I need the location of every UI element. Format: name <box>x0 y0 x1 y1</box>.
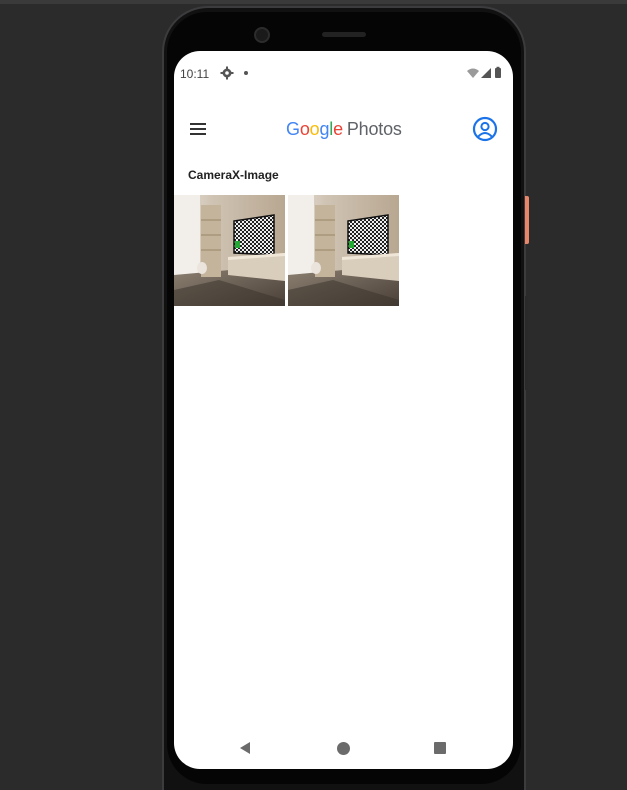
status-bar: 10:11 <box>174 51 513 93</box>
earpiece-speaker <box>322 32 366 37</box>
logo-letter: G <box>286 119 300 139</box>
wifi-icon <box>467 68 479 78</box>
logo-product-name: Photos <box>346 119 402 139</box>
battery-icon <box>495 66 501 78</box>
photo-thumbnail[interactable] <box>288 195 399 306</box>
app-bar: Google Photos <box>174 111 513 147</box>
system-nav-bar <box>174 729 513 765</box>
account-circle-icon[interactable] <box>472 116 498 142</box>
hamburger-menu-icon[interactable] <box>188 120 208 138</box>
album-title: CameraX-Image <box>188 168 279 182</box>
logo-letter: o <box>309 119 320 139</box>
photo-image <box>288 195 399 306</box>
back-icon[interactable] <box>238 741 252 755</box>
front-camera <box>254 27 270 43</box>
home-icon[interactable] <box>337 742 350 755</box>
volume-button[interactable] <box>525 296 528 390</box>
photo-grid <box>174 195 513 306</box>
status-icons <box>467 66 501 78</box>
signal-icon <box>481 68 491 78</box>
notification-dot <box>244 71 248 75</box>
logo-letter: o <box>299 119 310 139</box>
logo-letter: e <box>333 119 343 139</box>
photo-thumbnail[interactable] <box>174 195 285 306</box>
recents-icon[interactable] <box>434 742 446 754</box>
logo-letter: g <box>319 119 330 139</box>
status-time: 10:11 <box>180 67 210 81</box>
device-screen: 10:11 Google Photos CameraX-Image <box>174 51 513 769</box>
photo-image <box>174 195 285 306</box>
power-button[interactable] <box>525 196 529 244</box>
settings-icon <box>220 66 234 80</box>
window-top-strip <box>0 0 627 4</box>
google-photos-logo: Google Photos <box>286 119 402 141</box>
